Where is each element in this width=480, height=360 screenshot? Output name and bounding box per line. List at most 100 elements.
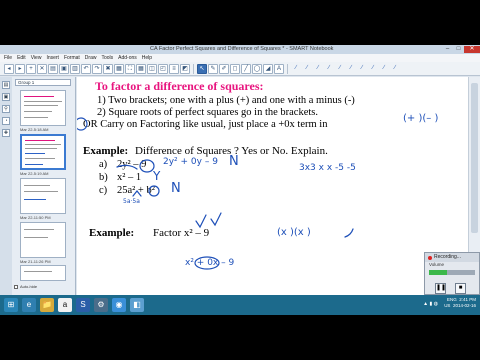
page-thumbnail[interactable] bbox=[20, 222, 66, 258]
amazon-icon[interactable]: a bbox=[58, 298, 72, 312]
pen-style-8-icon[interactable]: ∕ bbox=[368, 64, 378, 74]
maximize-button[interactable]: □ bbox=[453, 46, 464, 53]
save-icon[interactable]: ▣ bbox=[59, 63, 69, 74]
ink-answer-a: N bbox=[229, 154, 239, 169]
system-clock[interactable]: ENG 2:41 PM US 2014-02-16 bbox=[444, 297, 476, 309]
clock-date: 2014-02-16 bbox=[452, 303, 476, 308]
title-bar: CA Factor Perfect Squares and Difference… bbox=[0, 45, 480, 54]
paste-icon[interactable]: ▥ bbox=[70, 63, 80, 74]
menu-tools[interactable]: Tools bbox=[101, 54, 113, 62]
volume-label: Volume bbox=[429, 262, 445, 267]
eraser-icon[interactable]: ◻ bbox=[230, 63, 240, 74]
ink-ab-note: 5a·5a bbox=[123, 198, 140, 205]
page-thumbnail-selected[interactable] bbox=[20, 134, 66, 170]
tray-icons[interactable]: ▲ ▮ ◍ bbox=[423, 301, 438, 307]
pen-style-4-icon[interactable]: ∕ bbox=[324, 64, 334, 74]
attachments-tab-icon[interactable]: ⚲ bbox=[2, 105, 10, 113]
menu-edit[interactable]: Edit bbox=[17, 54, 26, 62]
text-tool-icon[interactable]: A bbox=[274, 63, 284, 74]
capture-icon[interactable]: ◫ bbox=[147, 63, 157, 74]
menu-insert[interactable]: Insert bbox=[46, 54, 59, 62]
add-page-icon[interactable]: + bbox=[26, 63, 36, 74]
menu-format[interactable]: Format bbox=[64, 54, 80, 62]
menu-addons[interactable]: Add-ons bbox=[118, 54, 137, 62]
pen-style-6-icon[interactable]: ∕ bbox=[346, 64, 356, 74]
pen-style-2-icon[interactable]: ∕ bbox=[302, 64, 312, 74]
pen-style-5-icon[interactable]: ∕ bbox=[335, 64, 345, 74]
shape-tool-icon[interactable]: ◯ bbox=[252, 63, 262, 74]
page-thumbnail-label: Mar 22-11:50 PM bbox=[20, 215, 51, 220]
page-thumbnail[interactable] bbox=[20, 178, 66, 214]
close-button[interactable]: ✕ bbox=[464, 46, 480, 53]
volume-meter bbox=[429, 270, 475, 275]
menu-view[interactable]: View bbox=[31, 54, 42, 62]
undo-icon[interactable]: ↶ bbox=[81, 63, 91, 74]
select-tool-icon[interactable]: ↖ bbox=[197, 63, 207, 74]
creative-pen-icon[interactable]: ✐ bbox=[219, 63, 229, 74]
stop-button[interactable]: ■ bbox=[455, 283, 466, 294]
app-window: CA Factor Perfect Squares and Difference… bbox=[0, 45, 480, 315]
minimize-button[interactable]: – bbox=[442, 46, 453, 53]
group-selector[interactable]: Group 1 bbox=[15, 79, 71, 86]
forward-icon[interactable]: ▸ bbox=[15, 63, 25, 74]
ink-answer-b: Y bbox=[153, 169, 161, 183]
ink-checkmarks bbox=[195, 212, 222, 229]
page-thumbnail[interactable] bbox=[20, 90, 66, 126]
page-thumbnail[interactable] bbox=[20, 265, 66, 281]
pause-button[interactable]: ❚❚ bbox=[435, 283, 446, 294]
toolbar: ◂ ▸ + ✕ ▤ ▣ ▥ ↶ ↷ ✖ ▦ ⛶ ▦ ◫ ◰ ≡ ◩ ↖ ✎ ✐ … bbox=[0, 62, 480, 76]
region-indicator: US bbox=[444, 303, 451, 308]
back-icon[interactable]: ◂ bbox=[4, 63, 14, 74]
ink-arrow bbox=[344, 228, 354, 238]
clock-time: 2:41 PM bbox=[459, 297, 476, 302]
document-camera-icon[interactable]: ◰ bbox=[158, 63, 168, 74]
ink-rewrite-a: 2y² + 0y – 9 bbox=[163, 157, 218, 167]
open-icon[interactable]: ▤ bbox=[48, 63, 58, 74]
pen-style-7-icon[interactable]: ∕ bbox=[357, 64, 367, 74]
line-tool-icon[interactable]: ╱ bbox=[241, 63, 251, 74]
measurement-icon[interactable]: ◩ bbox=[180, 63, 190, 74]
delete-page-icon[interactable]: ✕ bbox=[37, 63, 47, 74]
page-sorter-tab-icon[interactable]: ▤ bbox=[2, 81, 10, 89]
delete-icon[interactable]: ✖ bbox=[103, 63, 113, 74]
scroll-thumb[interactable] bbox=[471, 83, 478, 233]
properties-tab-icon[interactable]: ◔ bbox=[2, 117, 10, 125]
notebook-page[interactable]: To factor a difference of squares: 1) Tw… bbox=[77, 77, 468, 295]
fill-tool-icon[interactable]: ◢ bbox=[263, 63, 273, 74]
settings-icon[interactable]: ⚙ bbox=[94, 298, 108, 312]
pen-style-10-icon[interactable]: ∕ bbox=[390, 64, 400, 74]
pen-style-3-icon[interactable]: ∕ bbox=[313, 64, 323, 74]
ink-circle-or bbox=[77, 117, 88, 131]
pen-style-1-icon[interactable]: ∕ bbox=[291, 64, 301, 74]
taskbar: ⊞ e 📁 a S ⚙ ◉ ◧ ▲ ▮ ◍ ENG 2:41 PM US 201… bbox=[0, 295, 480, 315]
ink-answer-c: N bbox=[171, 181, 181, 196]
ink-annotations bbox=[77, 117, 354, 270]
gallery-tab-icon[interactable]: ▣ bbox=[2, 93, 10, 101]
menu-draw[interactable]: Draw bbox=[85, 54, 97, 62]
recorder-app-icon[interactable]: ◉ bbox=[112, 298, 126, 312]
full-screen-icon[interactable]: ⛶ bbox=[125, 63, 135, 74]
pen-style-9-icon[interactable]: ∕ bbox=[379, 64, 389, 74]
properties-icon[interactable]: ≡ bbox=[169, 63, 179, 74]
app-icon[interactable]: ◧ bbox=[130, 298, 144, 312]
recorder-header: Recording... bbox=[425, 253, 479, 262]
record-dot-icon bbox=[428, 255, 432, 260]
auto-hide-checkbox[interactable]: Auto-hide bbox=[14, 284, 37, 289]
menu-bar: File Edit View Insert Format Draw Tools … bbox=[0, 54, 480, 62]
toolbar-divider bbox=[287, 63, 288, 74]
folder-icon[interactable]: 📁 bbox=[40, 298, 54, 312]
menu-help[interactable]: Help bbox=[142, 54, 152, 62]
menu-file[interactable]: File bbox=[4, 54, 12, 62]
pen-tool-icon[interactable]: ✎ bbox=[208, 63, 218, 74]
addons-tab-icon[interactable]: ✚ bbox=[2, 129, 10, 137]
browser-icon[interactable]: e bbox=[22, 298, 36, 312]
smart-notebook-icon[interactable]: S bbox=[76, 298, 90, 312]
start-icon[interactable]: ⊞ bbox=[4, 298, 18, 312]
page-thumbnail-label: Mar 21-11:26 PM bbox=[20, 259, 51, 264]
redo-icon[interactable]: ↷ bbox=[92, 63, 102, 74]
recorder-panel: Recording... Volume ❚❚ ■ bbox=[424, 252, 480, 295]
screen-shade-icon[interactable]: ▦ bbox=[114, 63, 124, 74]
page-thumbnail-label: Mar 22-5:18 AM bbox=[20, 127, 49, 132]
table-icon[interactable]: ▦ bbox=[136, 63, 146, 74]
page-thumbnail-label: Mar 22-5:19 AM bbox=[20, 171, 49, 176]
